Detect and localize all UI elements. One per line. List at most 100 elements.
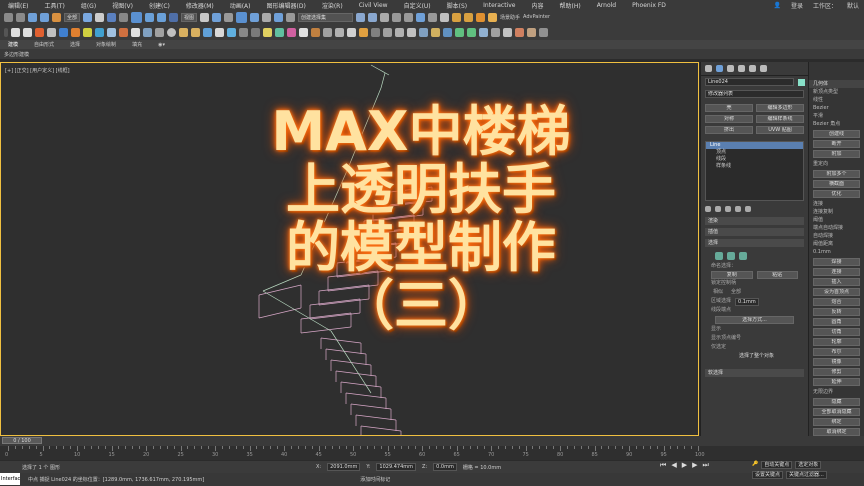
reference-coord-select[interactable]: 视图 <box>181 12 198 22</box>
curve-editor-icon[interactable] <box>416 12 426 22</box>
refine-button[interactable]: 优化 <box>813 190 860 198</box>
pivot-center-icon[interactable] <box>200 12 210 22</box>
reorient-checkbox[interactable]: 重定向 <box>809 160 864 168</box>
linear-radio[interactable]: 线性 <box>809 96 864 104</box>
schematic-view-icon[interactable] <box>428 12 438 22</box>
selected-only-checkbox[interactable]: 仅选定 <box>701 343 808 352</box>
all-radio[interactable]: 全部 <box>731 288 741 297</box>
uvw-map-button[interactable]: UVW 贴图 <box>756 126 804 134</box>
make-unique-icon[interactable] <box>725 206 731 212</box>
segment-mode-icon[interactable] <box>727 252 735 260</box>
menu-views[interactable]: 视图(V) <box>104 1 141 10</box>
selected-object-select[interactable]: 选定对象 <box>795 461 822 469</box>
create-line-button[interactable]: 创建线 <box>813 130 860 138</box>
key-filters-button[interactable]: 关键点过滤器... <box>786 471 827 479</box>
light-icon[interactable] <box>263 27 272 37</box>
stack-item-spline[interactable]: 样条线 <box>706 163 803 170</box>
infinite-bounds-checkbox[interactable]: 无限边界 <box>809 388 864 396</box>
play-icon[interactable] <box>11 27 20 37</box>
connect-checkbox[interactable]: 连接 <box>809 200 864 208</box>
source-icon[interactable] <box>71 27 80 37</box>
login-button[interactable]: 登录 <box>786 1 808 10</box>
configure-sets-icon[interactable] <box>745 206 751 212</box>
menu-content[interactable]: 内容 <box>523 1 551 10</box>
insert-button[interactable]: 插入 <box>813 278 860 286</box>
extrude-button[interactable]: 挤出 <box>705 126 753 134</box>
menu-phoenix-fd[interactable]: Phoenix FD <box>624 2 674 9</box>
menu-help[interactable]: 帮助(H) <box>552 1 589 10</box>
ocean-icon[interactable] <box>95 27 104 37</box>
menu-customize[interactable]: 自定义(U) <box>396 1 439 10</box>
undo-icon[interactable] <box>4 12 13 22</box>
select-manipulate-icon[interactable] <box>212 12 222 22</box>
material-editor-icon[interactable] <box>440 12 450 22</box>
vertex-mode-icon[interactable] <box>715 252 723 260</box>
ribbon-toggle-icon[interactable] <box>404 12 414 22</box>
pin-stack-icon[interactable] <box>705 206 711 212</box>
edit-poly-button[interactable]: 编辑多边形 <box>756 104 804 112</box>
ribbon-tab-populate[interactable]: 填充 <box>124 41 150 48</box>
dropper-icon[interactable] <box>503 27 512 37</box>
show-end-result-icon[interactable] <box>715 206 721 212</box>
ribbon-tab-freeform[interactable]: 自由形式 <box>26 41 62 48</box>
rollout-rendering[interactable]: 渲染 <box>705 217 804 225</box>
window-crossing-icon[interactable] <box>119 12 129 22</box>
palette-icon[interactable] <box>311 27 320 37</box>
weld-button[interactable]: 焊接 <box>813 258 860 266</box>
threshold-distance-value[interactable]: 0.1mm <box>809 248 864 256</box>
chamfer-button[interactable]: 切角 <box>813 328 860 336</box>
set-key-button[interactable]: 设置关键点 <box>752 471 784 479</box>
area-selection-checkbox[interactable]: 区域选择 <box>711 297 731 306</box>
hide-button[interactable]: 隐藏 <box>813 398 860 406</box>
key-icon[interactable]: 🔑 <box>752 461 758 469</box>
help-icon[interactable] <box>347 27 356 37</box>
perspective-viewport[interactable]: [+] [正交] [用户定义] [线框] MAX中楼梯 上透明扶手 的模型制作 … <box>0 62 699 436</box>
x-coord-field[interactable]: 2091.0mm <box>327 463 361 471</box>
attach-button[interactable]: 附加 <box>813 150 860 158</box>
go-to-end-icon[interactable]: ⏭ <box>702 461 708 470</box>
cross-section-button[interactable]: 横截面 <box>813 180 860 188</box>
ribbon-tab-modeling[interactable]: 建模 <box>0 41 26 48</box>
helper-icon[interactable] <box>275 27 284 37</box>
paste-button[interactable]: 粘贴 <box>756 271 798 279</box>
export-icon[interactable] <box>455 27 464 37</box>
attach-multiple-button[interactable]: 附加多个 <box>813 170 860 178</box>
smooth-radio[interactable]: 平滑 <box>809 112 864 120</box>
extend-button[interactable]: 延伸 <box>813 378 860 386</box>
bezier-radio[interactable]: Bezier <box>809 104 864 112</box>
mirror-button[interactable]: 镜像 <box>813 358 860 366</box>
edit-spline-button[interactable]: 编辑样条线 <box>756 115 804 123</box>
copy-button[interactable]: 复制 <box>711 271 753 279</box>
snaps-toggle-icon[interactable] <box>236 11 248 23</box>
menu-group[interactable]: 组(G) <box>73 1 104 10</box>
trim-button[interactable]: 修剪 <box>813 368 860 376</box>
render-icon[interactable] <box>476 12 486 22</box>
modifier-list-select[interactable]: 修改器列表 <box>705 90 804 98</box>
sphere-icon[interactable] <box>167 27 176 37</box>
ribbon-toggle-icon[interactable]: ◉▾ <box>150 42 173 48</box>
menu-create[interactable]: 创建(C) <box>141 1 178 10</box>
lock-handles-checkbox[interactable]: 锁定控制柄 <box>701 279 808 288</box>
camera-icon[interactable] <box>251 27 260 37</box>
edit-named-sel-icon[interactable] <box>286 12 296 22</box>
similar-radio[interactable]: 相似 <box>713 288 723 297</box>
scene-helper-button[interactable]: 场景助手 <box>500 14 520 21</box>
select-by-button[interactable]: 选择方式... <box>715 316 794 324</box>
hierarchy-tab-icon[interactable] <box>727 65 734 72</box>
eye-icon[interactable] <box>407 27 416 37</box>
area-selection-value[interactable]: 0.1mm <box>735 297 760 306</box>
play-animation-icon[interactable]: ▶ <box>682 461 687 470</box>
gravity-icon[interactable] <box>155 27 164 37</box>
keyboard-shortcut-icon[interactable] <box>224 12 234 22</box>
object-name-field[interactable]: Line024 <box>705 78 794 86</box>
fire-icon[interactable] <box>35 27 44 37</box>
vortex-icon[interactable] <box>143 27 152 37</box>
gear-icon[interactable] <box>335 27 344 37</box>
foam-icon[interactable] <box>131 27 140 37</box>
fillet-button[interactable]: 圆角 <box>813 318 860 326</box>
unbind-button[interactable]: 取消绑定 <box>813 428 860 436</box>
menu-tools[interactable]: 工具(T) <box>36 1 72 10</box>
brush-icon[interactable] <box>527 27 536 37</box>
plane-icon[interactable] <box>239 27 248 37</box>
menu-scripting[interactable]: 脚本(S) <box>439 1 476 10</box>
